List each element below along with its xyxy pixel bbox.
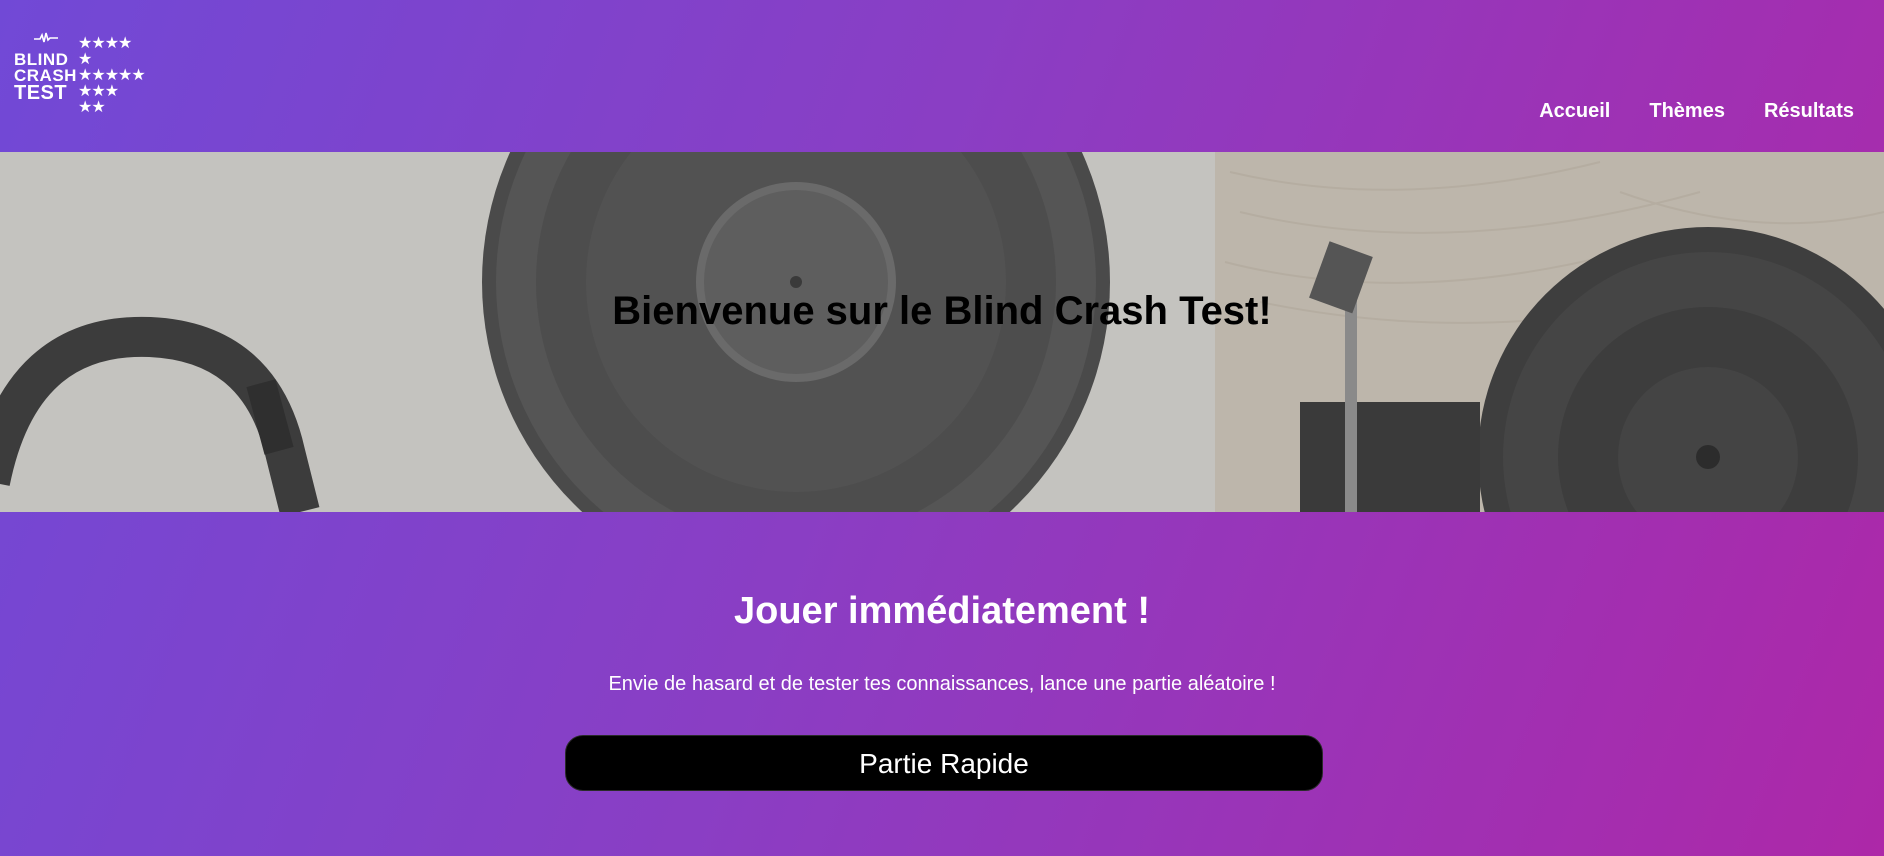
site-logo[interactable]: BLIND CRASH TEST ★★★★ ★ ★★★★★ ★★★ ★★ bbox=[12, 30, 172, 122]
logo-line-test: TEST bbox=[14, 82, 68, 104]
logo-wordmark: BLIND CRASH TEST bbox=[14, 51, 77, 104]
logo-stars: ★★★★ ★ ★★★★★ ★★★ ★★ bbox=[78, 35, 146, 116]
soundwave-icon bbox=[34, 32, 58, 43]
star-icon: ★★ bbox=[78, 99, 106, 116]
quick-play-button[interactable]: Partie Rapide bbox=[565, 735, 1323, 791]
star-icon: ★★★★ bbox=[78, 35, 132, 52]
hero-title: Bienvenue sur le Blind Crash Test! bbox=[612, 289, 1272, 333]
main-nav: Accueil Thèmes Résultats bbox=[1539, 100, 1854, 123]
site-header: BLIND CRASH TEST ★★★★ ★ ★★★★★ ★★★ ★★ Acc… bbox=[0, 0, 1884, 152]
quick-play-description: Envie de hasard et de tester tes connais… bbox=[608, 673, 1276, 695]
hero-banner: Bienvenue sur le Blind Crash Test! bbox=[0, 152, 1884, 512]
star-icon: ★★★ bbox=[78, 83, 119, 100]
nav-link-accueil[interactable]: Accueil bbox=[1539, 100, 1610, 123]
quick-play-title: Jouer immédiatement ! bbox=[734, 590, 1150, 632]
nav-link-resultats[interactable]: Résultats bbox=[1764, 100, 1854, 123]
nav-link-themes[interactable]: Thèmes bbox=[1649, 100, 1725, 123]
star-icon: ★ bbox=[78, 51, 92, 68]
star-icon: ★★★★★ bbox=[78, 67, 146, 84]
